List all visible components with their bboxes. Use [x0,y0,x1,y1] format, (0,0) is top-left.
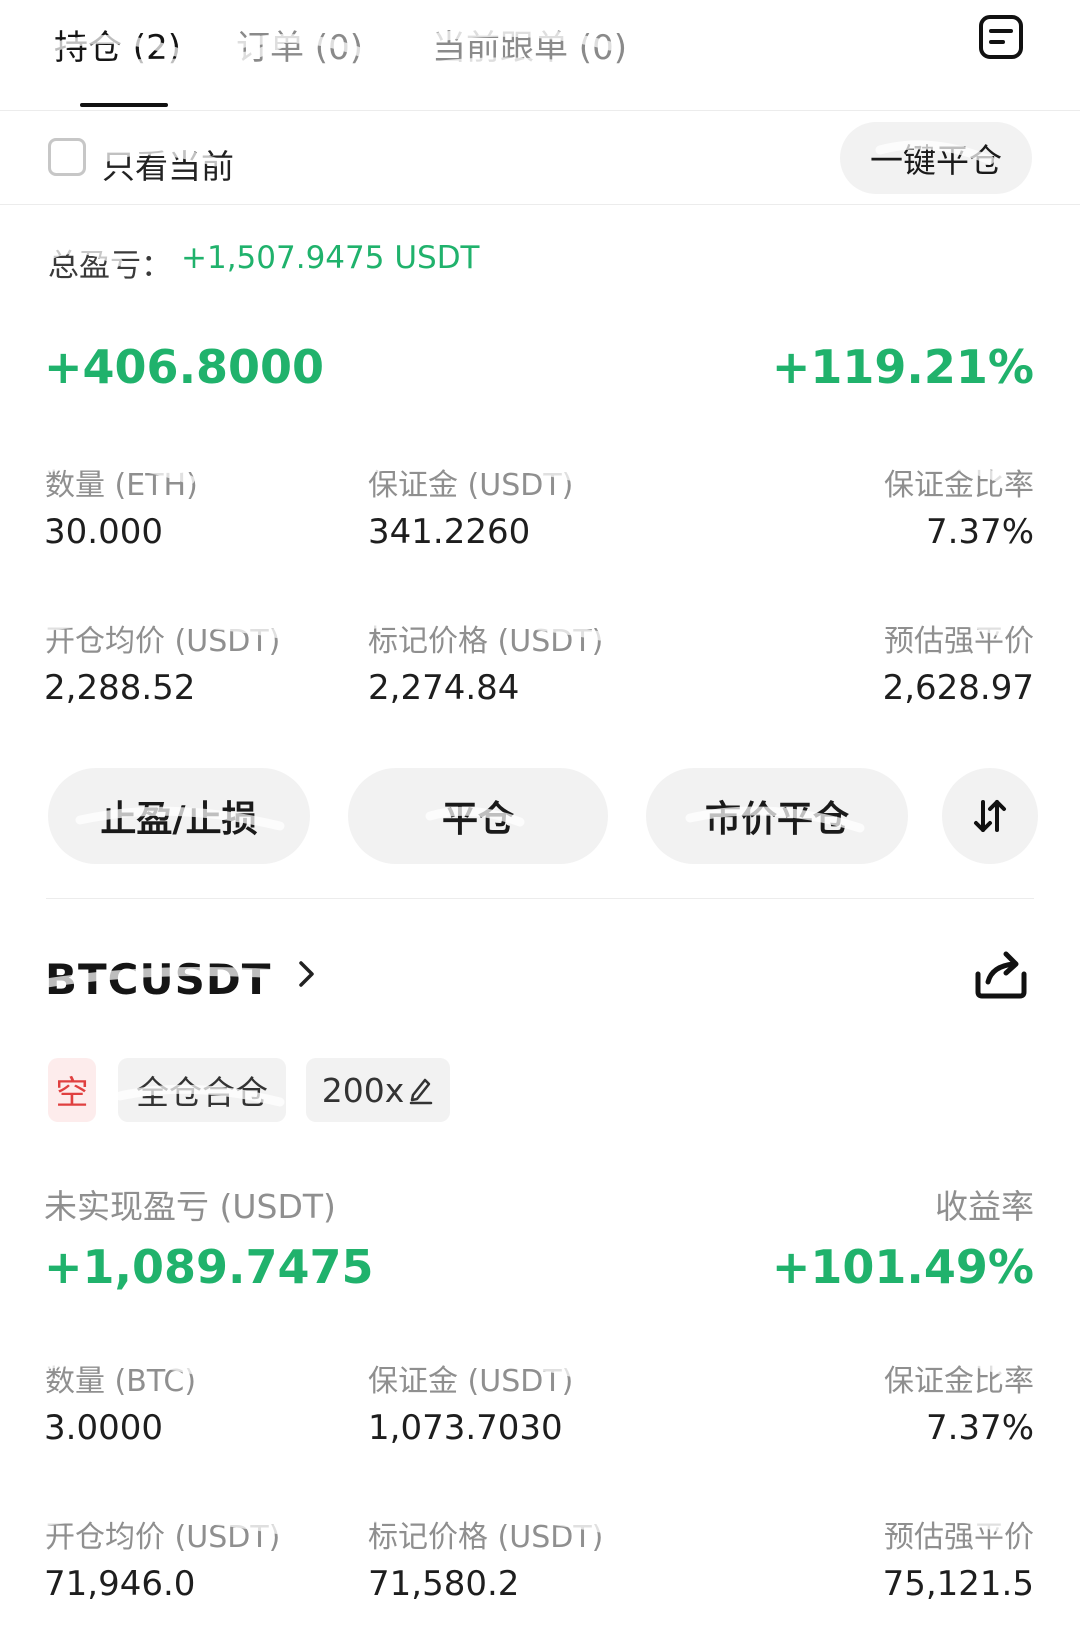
chevron-right-icon[interactable] [292,956,322,992]
position-2-qty-label: 数量 (BTC) [45,1364,197,1399]
filter-divider [0,204,1080,205]
position-2-symbol[interactable]: BTCUSDT [45,955,271,1004]
position-2-margin-ratio-label: 保证金比率 [884,1364,1034,1399]
position-1-roi: +119.21% [771,340,1034,394]
reverse-position-button[interactable] [942,768,1038,864]
close-position-button[interactable]: 平仓 [348,768,608,864]
position-2-pnl-label: 未实现盈亏 (USDT) [44,1187,336,1226]
position-2-margin-label: 保证金 (USDT) [368,1364,574,1399]
tp-sl-button[interactable]: 止盈/止损 [48,768,310,864]
position-1-margin-label: 保证金 (USDT) [368,468,574,503]
tab-positions[interactable]: 持仓 (2) [54,20,181,69]
position-1-qty-value: 30.000 [44,512,163,552]
position-1-margin-ratio-label: 保证金比率 [884,468,1034,503]
position-1-unrealized-pnl: +406.8000 [44,340,325,394]
position-1-entry-price-value: 2,288.52 [44,668,196,708]
active-tab-indicator [80,103,168,107]
only-current-label[interactable]: 只看当前 [102,140,234,188]
position-2-liq-price-value: 75,121.5 [882,1564,1034,1604]
margin-mode-badge[interactable]: 全仓合仓 [118,1058,286,1122]
tab-orders[interactable]: 订单 (0) [236,20,363,69]
position-divider [46,898,1034,899]
leverage-value: 200x [321,1070,405,1110]
position-1-entry-price-label: 开仓均价 (USDT) [45,624,281,659]
position-2-margin-value: 1,073.7030 [368,1408,563,1448]
only-current-checkbox[interactable] [48,138,86,176]
position-1-liq-price-value: 2,628.97 [882,668,1034,708]
position-2-roi-label: 收益率 [935,1187,1034,1226]
leverage-badge[interactable]: 200x [306,1058,450,1122]
position-2-entry-price-value: 71,946.0 [44,1564,196,1604]
close-all-button[interactable]: 一键平仓 [840,122,1032,194]
position-2-roi: +101.49% [771,1240,1034,1294]
position-1-liq-price-label: 预估强平价 [884,624,1034,659]
position-2-entry-price-label: 开仓均价 (USDT) [45,1520,281,1555]
position-1-mark-price-value: 2,274.84 [368,668,520,708]
position-2-liq-price-label: 预估强平价 [884,1520,1034,1555]
market-close-button[interactable]: 市价平仓 [646,768,908,864]
tab-copy-trading[interactable]: 当前跟单 (0) [432,20,627,69]
swap-icon [974,800,1006,832]
position-1-mark-price-label: 标记价格 (USDT) [368,624,604,659]
position-2-mark-price-label: 标记价格 (USDT) [368,1520,604,1555]
position-2-mark-price-value: 71,580.2 [368,1564,520,1604]
side-badge: 空 [48,1058,96,1122]
edit-pencil-icon [410,1078,433,1105]
tabs-divider [0,110,1080,111]
orders-list-icon[interactable] [978,14,1024,60]
position-2-margin-ratio-value: 7.37% [925,1408,1034,1448]
position-2-qty-value: 3.0000 [44,1408,163,1448]
share-icon[interactable] [970,944,1032,1002]
position-1-margin-value: 341.2260 [368,512,531,552]
total-pnl-value: +1,507.9475 USDT [181,240,480,276]
position-1-margin-ratio-value: 7.37% [925,512,1034,552]
position-2-unrealized-pnl: +1,089.7475 [44,1240,374,1294]
total-pnl-label: 总盈亏： [48,248,172,284]
position-1-qty-label: 数量 (ETH) [45,468,198,503]
